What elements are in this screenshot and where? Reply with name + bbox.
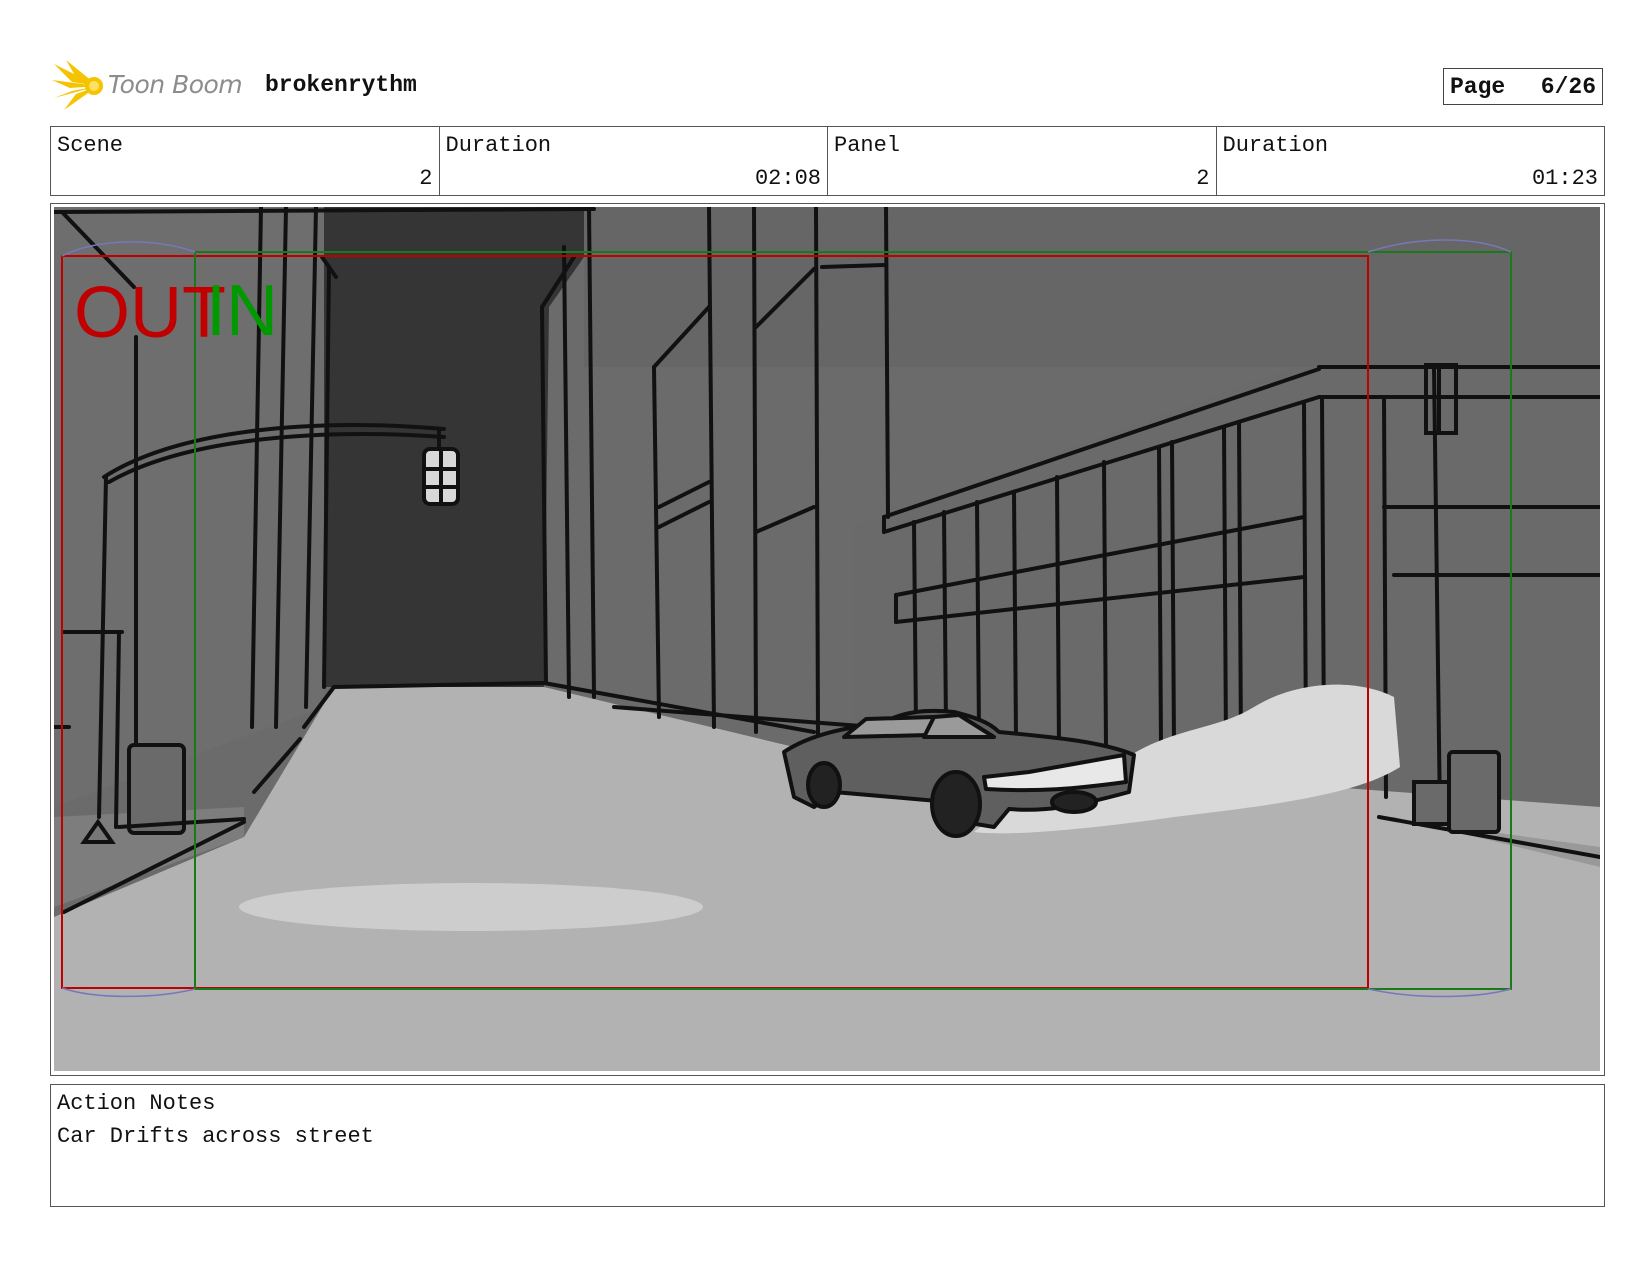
panel-duration-value: 01:23	[1531, 166, 1598, 191]
scene-duration-value: 02:08	[754, 166, 821, 191]
panel-cell: Panel 2	[828, 127, 1217, 195]
storyboard-panel: OUT IN	[50, 203, 1605, 1076]
panel-value: 2	[1196, 166, 1210, 191]
brand-name: Toon Boom	[108, 70, 243, 99]
scene-label: Scene	[57, 133, 124, 158]
scene-duration-label: Duration	[445, 133, 552, 158]
action-notes: Action Notes Car Drifts across street	[50, 1084, 1605, 1207]
toon-boom-logo-icon	[52, 60, 103, 110]
panel-drawing: OUT IN	[54, 207, 1600, 1071]
scene-duration-cell: Duration 02:08	[440, 127, 828, 195]
panel-duration-label: Duration	[1222, 133, 1329, 158]
frame-in-label: IN	[206, 271, 278, 351]
panel-label: Panel	[834, 133, 901, 158]
project-title: brokenrythm	[265, 72, 417, 98]
action-notes-label: Action Notes	[57, 1091, 216, 1116]
scene-info-table: Scene 2 Duration 02:08 Panel 2 Duration …	[50, 126, 1605, 196]
panel-duration-cell: Duration 01:23	[1217, 127, 1605, 195]
page-number: 6/26	[1540, 73, 1596, 100]
action-notes-text: Car Drifts across street	[57, 1124, 374, 1149]
scene-cell: Scene 2	[51, 127, 440, 195]
frame-out-label: OUT	[74, 273, 226, 353]
page-indicator: Page 6/26	[1443, 68, 1603, 105]
scene-value: 2	[419, 166, 433, 191]
page-label: Page	[1450, 73, 1506, 100]
